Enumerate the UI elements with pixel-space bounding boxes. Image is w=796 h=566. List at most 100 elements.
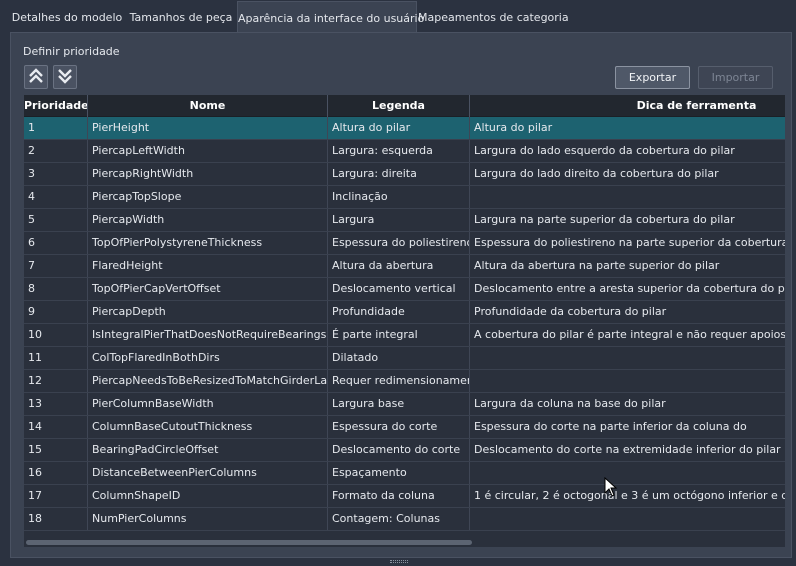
row-legend-cell[interactable]: É parte integral [328, 324, 470, 346]
row-tooltip-cell[interactable]: A cobertura do pilar é parte integral e … [470, 324, 785, 346]
row-tooltip-cell[interactable]: Profundidade da cobertura do pilar [470, 301, 785, 323]
row-tooltip-cell[interactable]: Deslocamento entre a aresta superior da … [470, 278, 785, 300]
row-name-cell[interactable]: IsIntegralPierThatDoesNotRequireBearings [88, 324, 328, 346]
column-header-priority[interactable]: Prioridade [24, 95, 88, 117]
row-priority-cell[interactable]: 14 [24, 416, 88, 438]
table-row[interactable]: 17 ColumnShapeID Formato da coluna 1 é circ… [24, 485, 785, 508]
table-row[interactable]: 6 TopOfPierPolystyreneThickness Espessura … [24, 232, 785, 255]
table-row[interactable]: 3 PiercapRightWidth Largura: direita Largur… [24, 163, 785, 186]
table-row[interactable]: 2 PiercapLeftWidth Largura: esquerda Largur… [24, 140, 785, 163]
row-priority-cell[interactable]: 9 [24, 301, 88, 323]
row-priority-cell[interactable]: 17 [24, 485, 88, 507]
table-row[interactable]: 1 PierHeight Altura do pilar Altura do pila… [24, 117, 785, 140]
row-name-cell[interactable]: BearingPadCircleOffset [88, 439, 328, 461]
row-tooltip-cell[interactable]: Largura na parte superior da cobertura d… [470, 209, 785, 231]
row-legend-cell[interactable]: Largura [328, 209, 470, 231]
row-legend-cell[interactable]: Espessura do corte [328, 416, 470, 438]
row-priority-cell[interactable]: 6 [24, 232, 88, 254]
row-priority-cell[interactable]: 8 [24, 278, 88, 300]
table-row[interactable]: 16 DistanceBetweenPierColumns Espaçamento [24, 462, 785, 485]
row-tooltip-cell[interactable]: Espessura do corte na parte inferior da … [470, 416, 785, 438]
row-name-cell[interactable]: TopOfPierPolystyreneThickness [88, 232, 328, 254]
table-row[interactable]: 10 IsIntegralPierThatDoesNotRequireBearin… [24, 324, 785, 347]
row-name-cell[interactable]: ColumnBaseCutoutThickness [88, 416, 328, 438]
row-tooltip-cell[interactable]: Largura da coluna na base do pilar [470, 393, 785, 415]
row-tooltip-cell[interactable] [470, 462, 785, 484]
row-priority-cell[interactable]: 11 [24, 347, 88, 369]
tab-ui-appearance[interactable]: Aparência da interface do usuário [237, 1, 424, 33]
row-tooltip-cell[interactable] [470, 370, 785, 392]
table-row[interactable]: 13 PierColumnBaseWidth Largura base Largura… [24, 393, 785, 416]
row-name-cell[interactable]: PiercapDepth [88, 301, 328, 323]
row-tooltip-cell[interactable] [470, 347, 785, 369]
row-priority-cell[interactable]: 2 [24, 140, 88, 162]
table-row[interactable]: 14 ColumnBaseCutoutThickness Espessura do … [24, 416, 785, 439]
row-priority-cell[interactable]: 13 [24, 393, 88, 415]
row-priority-cell[interactable]: 7 [24, 255, 88, 277]
row-name-cell[interactable]: PiercapLeftWidth [88, 140, 328, 162]
row-legend-cell[interactable]: Formato da coluna [328, 485, 470, 507]
tab-category-mappings[interactable]: Mapeamentos de categoria [418, 5, 569, 32]
table-row[interactable]: 12 PiercapNeedsToBeResizedToMatchGirderLa… [24, 370, 785, 393]
move-up-button[interactable] [24, 65, 48, 89]
row-priority-cell[interactable]: 5 [24, 209, 88, 231]
row-legend-cell[interactable]: Largura base [328, 393, 470, 415]
table-row[interactable]: 18 NumPierColumns Contagem: Colunas [24, 508, 785, 531]
row-legend-cell[interactable]: Deslocamento do corte [328, 439, 470, 461]
row-tooltip-cell[interactable]: 1 é circular, 2 é octogonal e 3 é um oct… [470, 485, 785, 507]
export-button[interactable]: Exportar [615, 66, 690, 89]
row-tooltip-cell[interactable]: Altura do pilar [470, 117, 785, 139]
resize-grip[interactable] [390, 560, 408, 563]
row-tooltip-cell[interactable]: Espessura do poliestireno na parte super… [470, 232, 785, 254]
row-name-cell[interactable]: NumPierColumns [88, 508, 328, 530]
table-row[interactable]: 9 PiercapDepth Profundidade Profundidade da… [24, 301, 785, 324]
row-priority-cell[interactable]: 1 [24, 117, 88, 139]
row-priority-cell[interactable]: 4 [24, 186, 88, 208]
row-tooltip-cell[interactable] [470, 186, 785, 208]
row-tooltip-cell[interactable] [470, 508, 785, 530]
row-tooltip-cell[interactable]: Largura do lado direito da cobertura do … [470, 163, 785, 185]
row-priority-cell[interactable]: 12 [24, 370, 88, 392]
row-name-cell[interactable]: PierHeight [88, 117, 328, 139]
table-row[interactable]: 4 PiercapTopSlope Inclinação [24, 186, 785, 209]
tab-model-details[interactable]: Detalhes do modelo [8, 5, 126, 32]
row-name-cell[interactable]: PiercapRightWidth [88, 163, 328, 185]
row-name-cell[interactable]: DistanceBetweenPierColumns [88, 462, 328, 484]
scrollbar-thumb[interactable] [26, 540, 472, 545]
row-legend-cell[interactable]: Profundidade [328, 301, 470, 323]
row-priority-cell[interactable]: 10 [24, 324, 88, 346]
row-name-cell[interactable]: TopOfPierCapVertOffset [88, 278, 328, 300]
horizontal-scrollbar[interactable] [24, 537, 785, 547]
row-legend-cell[interactable]: Espaçamento [328, 462, 470, 484]
table-row[interactable]: 15 BearingPadCircleOffset Deslocamento do … [24, 439, 785, 462]
row-tooltip-cell[interactable]: Largura do lado esquerdo da cobertura do… [470, 140, 785, 162]
table-row[interactable]: 7 FlaredHeight Altura da abertura Altura da… [24, 255, 785, 278]
row-legend-cell[interactable]: Dilatado [328, 347, 470, 369]
row-legend-cell[interactable]: Espessura do poliestireno [328, 232, 470, 254]
table-row[interactable]: 5 PiercapWidth Largura Largura na parte sup… [24, 209, 785, 232]
table-row[interactable]: 8 TopOfPierCapVertOffset Deslocamento vert… [24, 278, 785, 301]
row-legend-cell[interactable]: Largura: direita [328, 163, 470, 185]
row-priority-cell[interactable]: 18 [24, 508, 88, 530]
column-header-legend[interactable]: Legenda [328, 95, 470, 117]
row-legend-cell[interactable]: Largura: esquerda [328, 140, 470, 162]
row-name-cell[interactable]: PiercapWidth [88, 209, 328, 231]
table-row[interactable]: 11 ColTopFlaredInBothDirs Dilatado [24, 347, 785, 370]
row-priority-cell[interactable]: 16 [24, 462, 88, 484]
row-name-cell[interactable]: ColTopFlaredInBothDirs [88, 347, 328, 369]
row-tooltip-cell[interactable]: Deslocamento do corte na extremidade inf… [470, 439, 785, 461]
row-priority-cell[interactable]: 15 [24, 439, 88, 461]
row-legend-cell[interactable]: Inclinação [328, 186, 470, 208]
row-name-cell[interactable]: ColumnShapeID [88, 485, 328, 507]
row-legend-cell[interactable]: Requer redimensionamento [328, 370, 470, 392]
import-button[interactable]: Importar [698, 66, 773, 89]
row-legend-cell[interactable]: Contagem: Colunas [328, 508, 470, 530]
tab-part-sizes[interactable]: Tamanhos de peça [126, 5, 236, 32]
row-tooltip-cell[interactable]: Altura da abertura na parte superior do … [470, 255, 785, 277]
row-name-cell[interactable]: PiercapTopSlope [88, 186, 328, 208]
row-legend-cell[interactable]: Altura da abertura [328, 255, 470, 277]
row-priority-cell[interactable]: 3 [24, 163, 88, 185]
column-header-tooltip[interactable]: Dica de ferramenta [470, 95, 785, 117]
row-name-cell[interactable]: PierColumnBaseWidth [88, 393, 328, 415]
row-name-cell[interactable]: FlaredHeight [88, 255, 328, 277]
